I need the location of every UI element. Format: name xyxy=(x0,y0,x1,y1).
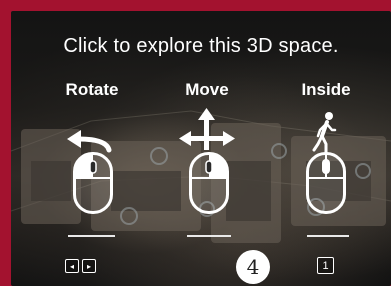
left-arrow-key-icon: ◂ xyxy=(65,259,79,273)
rotate-arrow-icon xyxy=(67,130,112,153)
mouse-scroll-wheel-icon xyxy=(306,152,346,214)
inside-keys: 1 xyxy=(317,257,334,274)
move-divider xyxy=(187,235,231,237)
explore-3d-space-overlay[interactable]: Click to explore this 3D space. Rotate ◂… xyxy=(11,11,391,286)
move-arrows-icon xyxy=(179,108,235,150)
rotate-divider xyxy=(68,235,115,237)
inside-divider xyxy=(307,235,349,237)
inside-control: Inside 1 xyxy=(271,11,381,286)
walking-person-icon xyxy=(312,112,337,154)
arrow-keys: ◂ ▸ xyxy=(65,259,96,273)
key-1-icon: 1 xyxy=(317,257,334,274)
move-key-4: 4 xyxy=(236,250,270,284)
rotate-control: Rotate ◂ ▸ xyxy=(37,11,147,286)
rotate-label: Rotate xyxy=(65,80,119,99)
inside-label: Inside xyxy=(301,80,351,99)
mouse-right-click-icon xyxy=(189,152,229,214)
move-control: Move xyxy=(152,11,262,286)
mouse-left-click-icon xyxy=(73,152,113,214)
right-arrow-key-icon: ▸ xyxy=(82,259,96,273)
move-label: Move xyxy=(185,80,229,99)
